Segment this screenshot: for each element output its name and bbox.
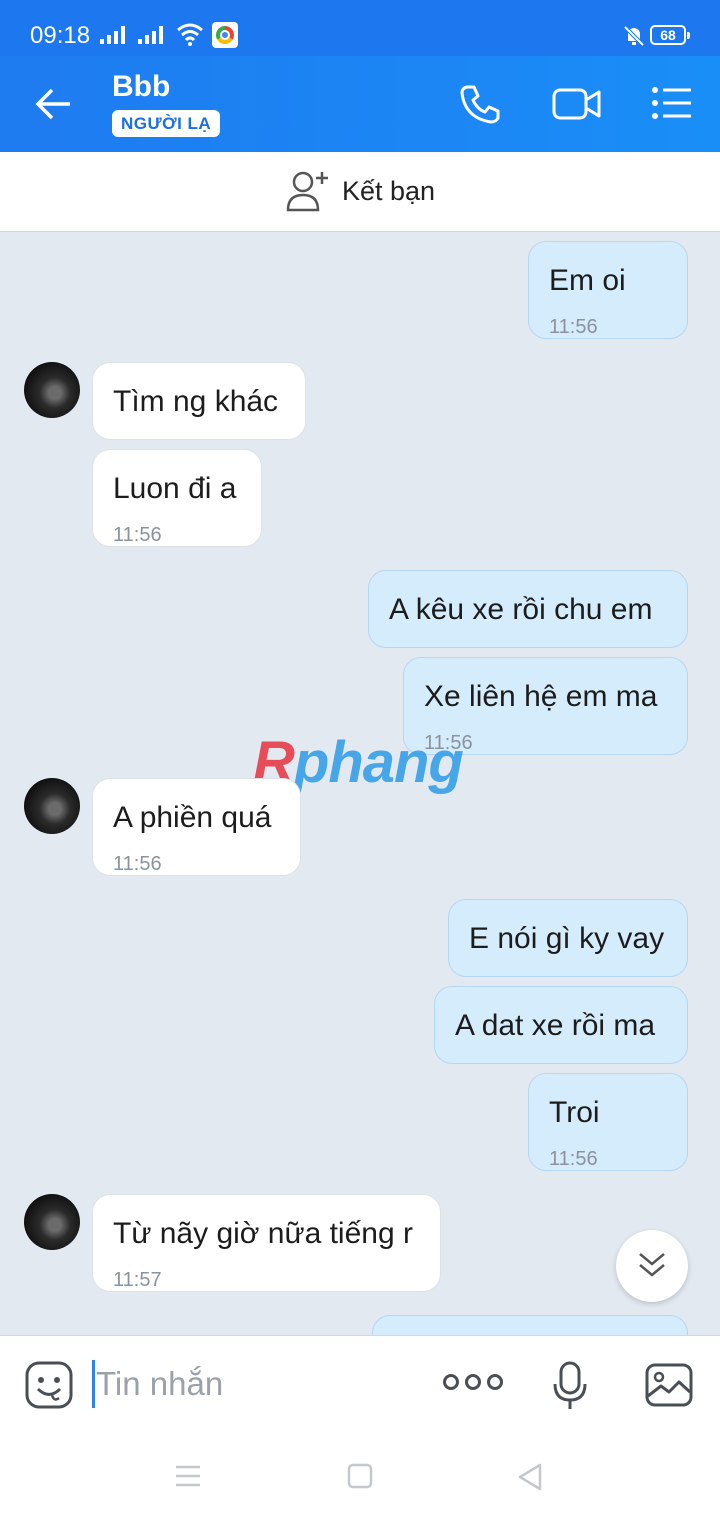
- message-bubble-out[interactable]: E nói gì ky vay: [448, 899, 688, 977]
- signal-icon-2: [138, 26, 163, 44]
- text-cursor: [92, 1360, 95, 1408]
- home-icon[interactable]: [347, 1463, 373, 1489]
- emoji-icon[interactable]: [24, 1360, 74, 1410]
- video-camera-icon[interactable]: [551, 82, 603, 126]
- message-bubble-out[interactable]: A kêu xe rồi chu em: [368, 570, 688, 648]
- stranger-badge: NGƯỜI LẠ: [112, 110, 221, 137]
- add-friend-label: Kết bạn: [342, 175, 436, 206]
- avatar[interactable]: [24, 362, 80, 418]
- chat-header: Bbb NGƯỜI LẠ: [0, 56, 720, 152]
- bell-muted-icon: [623, 25, 645, 47]
- phone-icon[interactable]: [458, 82, 502, 126]
- message-bubble-out[interactable]: Troi 11:56: [528, 1073, 688, 1171]
- back-triangle-icon[interactable]: [516, 1463, 544, 1491]
- add-user-icon: [286, 171, 328, 212]
- list-menu-icon[interactable]: [650, 82, 694, 126]
- contact-name[interactable]: Bbb: [112, 70, 170, 104]
- signal-icon: [100, 26, 125, 44]
- scroll-to-bottom-button[interactable]: [616, 1230, 688, 1302]
- battery-icon: 68: [650, 25, 690, 45]
- message-input-bar: [0, 1335, 720, 1435]
- message-bubble-out[interactable]: Em oi 11:56: [528, 241, 688, 339]
- recent-apps-icon[interactable]: [174, 1463, 202, 1489]
- message-list[interactable]: Em oi 11:56 Tìm ng khác Luon đi a 11:56 …: [0, 233, 720, 1335]
- avatar[interactable]: [24, 778, 80, 834]
- avatar[interactable]: [24, 1194, 80, 1250]
- add-friend-bar: Kết bạn: [0, 152, 720, 232]
- message-bubble-in[interactable]: A phiền quá 11:56: [92, 778, 301, 876]
- message-bubble-out-partial[interactable]: [372, 1315, 688, 1335]
- microphone-icon[interactable]: [552, 1360, 588, 1412]
- image-icon[interactable]: [644, 1362, 694, 1408]
- message-bubble-in[interactable]: Luon đi a 11:56: [92, 449, 262, 547]
- wifi-icon: [177, 23, 203, 46]
- add-friend-button[interactable]: Kết bạn: [286, 170, 435, 212]
- back-arrow-icon[interactable]: [34, 84, 74, 124]
- message-bubble-in[interactable]: Từ nãy giờ nữa tiếng r 11:57: [92, 1194, 441, 1292]
- message-input[interactable]: [96, 1362, 396, 1406]
- chevron-double-down-icon: [639, 1253, 665, 1277]
- system-nav-bar: [0, 1435, 720, 1520]
- message-bubble-out[interactable]: A dat xe rồi ma: [434, 986, 688, 1064]
- status-bar: 09:18 68: [0, 0, 720, 56]
- more-dots-icon[interactable]: [443, 1374, 503, 1390]
- chrome-icon: [212, 22, 238, 48]
- message-bubble-in[interactable]: Tìm ng khác: [92, 362, 306, 440]
- status-time: 09:18: [30, 22, 91, 49]
